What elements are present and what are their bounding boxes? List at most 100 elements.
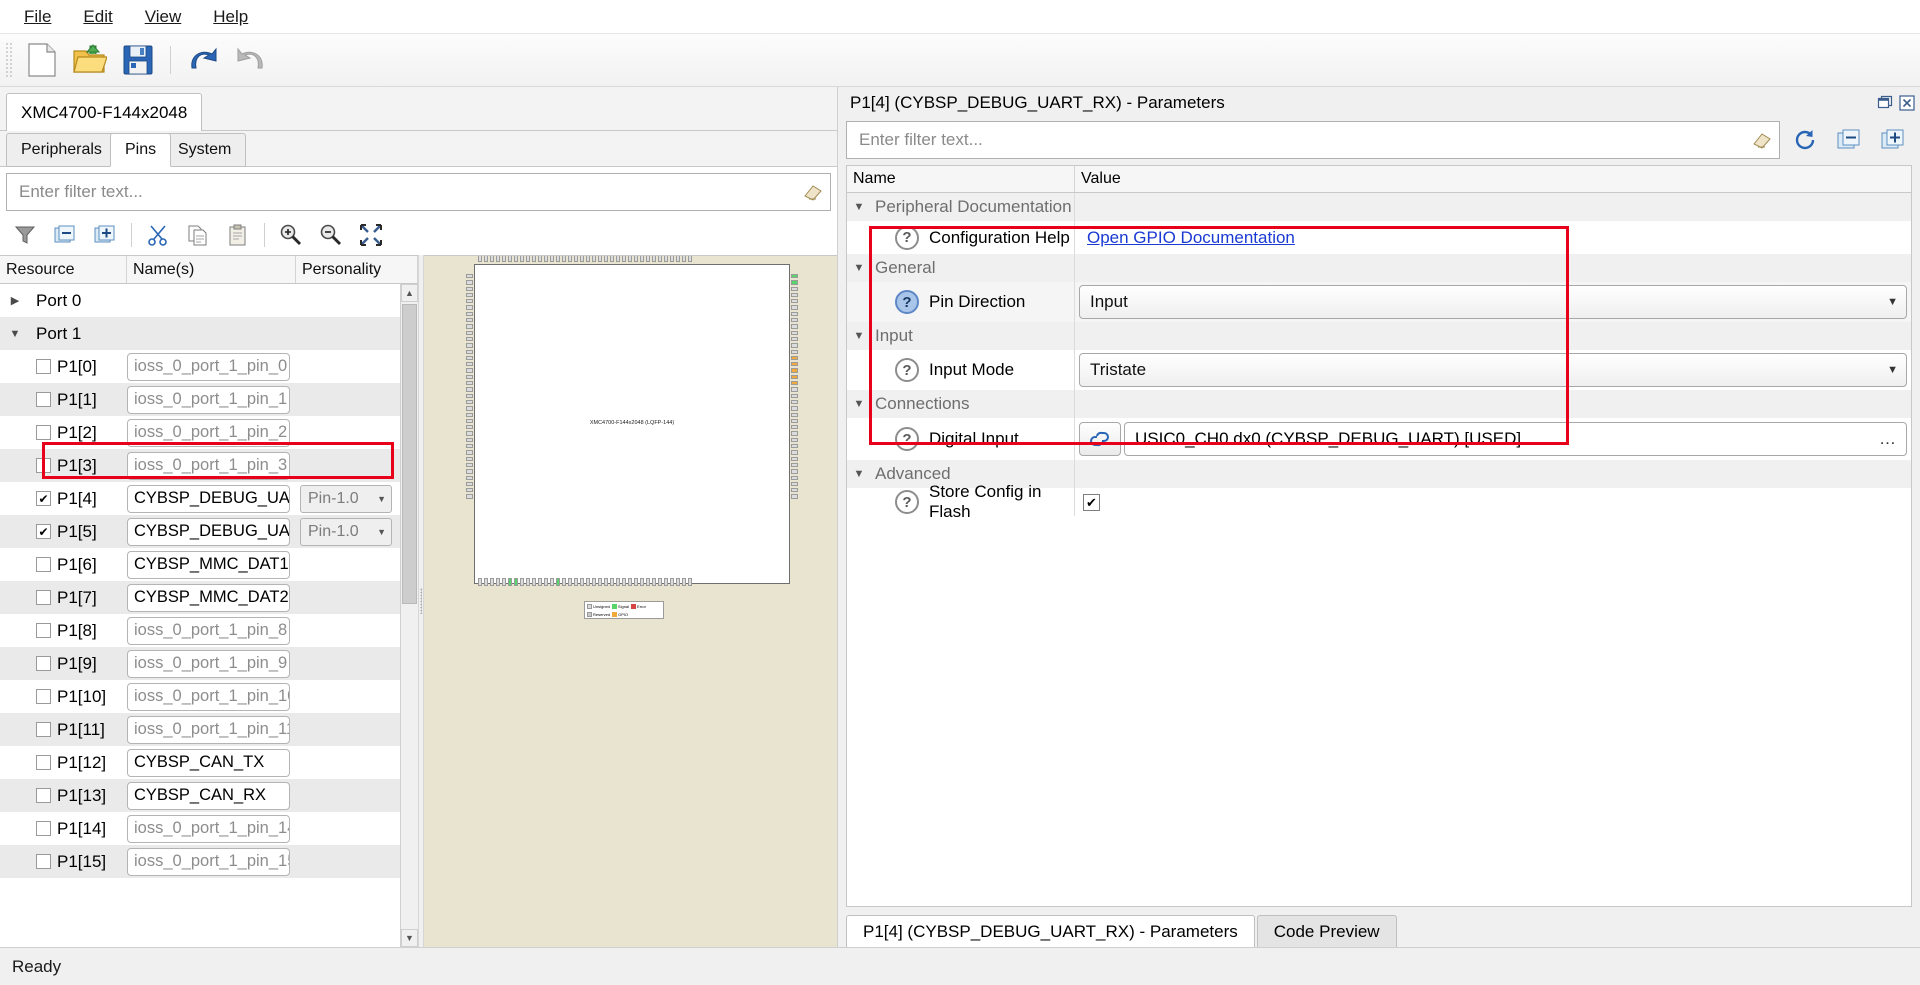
tab-parameters[interactable]: P1[4] (CYBSP_DEBUG_UART_RX) - Parameters	[846, 915, 1255, 947]
section-peripheral-documentation[interactable]: ▼ Peripheral Documentation	[847, 193, 1911, 221]
row-checkbox[interactable]	[36, 392, 51, 407]
row-checkbox[interactable]	[36, 590, 51, 605]
table-row[interactable]: P1[6] CYBSP_MMC_DAT1	[0, 548, 418, 581]
row-name-input[interactable]: CYBSP_DEBUG_UART_RX	[127, 484, 290, 513]
table-row[interactable]: ✔ P1[5] CYBSP_DEBUG_UART_TX Pin-1.0 ▼	[0, 515, 418, 548]
chevron-down-icon[interactable]: ▼	[847, 398, 871, 410]
clear-filter-eraser-icon[interactable]	[1751, 130, 1773, 150]
tab-code-preview[interactable]: Code Preview	[1256, 915, 1397, 947]
undo-button[interactable]	[181, 39, 225, 81]
row-checkbox[interactable]: ✔	[36, 524, 51, 539]
tab-pins[interactable]: Pins	[110, 133, 172, 167]
table-row[interactable]: P1[7] CYBSP_MMC_DAT2	[0, 581, 418, 614]
refresh-button[interactable]	[1786, 123, 1824, 157]
param-row-input-mode[interactable]: ? Input Mode Tristate ▼	[847, 350, 1911, 390]
parameters-filter-input[interactable]	[857, 129, 1751, 151]
row-checkbox[interactable]	[36, 557, 51, 572]
pins-table-body[interactable]: ▶ Port 0 ▼ Port 1 P1[0] ioss_0_port_1_pi…	[0, 284, 418, 947]
help-question-icon[interactable]: ?	[895, 290, 919, 314]
paste-button[interactable]	[219, 218, 257, 252]
store-config-checkbox[interactable]: ✔	[1083, 493, 1100, 511]
menu-item-file[interactable]: File	[8, 3, 67, 31]
menu-item-view[interactable]: View	[129, 3, 198, 31]
row-name-input[interactable]: ioss_0_port_1_pin_10	[127, 682, 290, 711]
table-row[interactable]: P1[8] ioss_0_port_1_pin_8	[0, 614, 418, 647]
chevron-down-icon[interactable]: ▼	[847, 468, 871, 480]
table-row-selected[interactable]: ✔ P1[4] CYBSP_DEBUG_UART_RX Pin-1.0 ▼	[0, 482, 418, 515]
menu-item-edit[interactable]: Edit	[67, 3, 128, 31]
row-name-input[interactable]: ioss_0_port_1_pin_0	[127, 352, 290, 381]
row-checkbox[interactable]	[36, 359, 51, 374]
pin-direction-dropdown[interactable]: Input ▼	[1079, 285, 1907, 319]
row-name-input[interactable]: ioss_0_port_1_pin_15	[127, 847, 290, 876]
row-name-input[interactable]: ioss_0_port_1_pin_2	[127, 418, 290, 447]
tree-group-port1[interactable]: ▼ Port 1	[0, 317, 418, 350]
chevron-right-icon[interactable]: ▶	[8, 294, 22, 307]
row-name-input[interactable]: ioss_0_port_1_pin_14	[127, 814, 290, 843]
param-row-digital-input[interactable]: ? Digital Input USIC0_CH0 dx0 (CYBSP_DEB…	[847, 418, 1911, 460]
tab-device[interactable]: XMC4700-F144x2048	[6, 93, 203, 131]
open-file-button[interactable]	[68, 39, 112, 81]
table-row[interactable]: P1[15] ioss_0_port_1_pin_15	[0, 845, 418, 878]
row-name-input[interactable]: ioss_0_port_1_pin_8	[127, 616, 290, 645]
table-row[interactable]: P1[12] CYBSP_CAN_TX	[0, 746, 418, 779]
close-window-button[interactable]	[1898, 94, 1916, 112]
row-name-input[interactable]: CYBSP_CAN_TX	[127, 748, 290, 777]
help-question-icon[interactable]: ?	[895, 490, 919, 514]
row-name-input[interactable]: CYBSP_MMC_DAT2	[127, 583, 290, 612]
row-checkbox[interactable]	[36, 854, 51, 869]
row-name-input[interactable]: CYBSP_DEBUG_UART_TX	[127, 517, 290, 546]
tab-peripherals[interactable]: Peripherals	[6, 133, 117, 167]
chevron-down-icon[interactable]: ▼	[847, 330, 871, 342]
row-name-input[interactable]: ioss_0_port_1_pin_1	[127, 385, 290, 414]
chevron-down-icon[interactable]: ▼	[847, 262, 871, 274]
row-name-input[interactable]: ioss_0_port_1_pin_3	[127, 451, 290, 480]
clear-filter-eraser-icon[interactable]	[802, 182, 824, 202]
help-question-icon[interactable]: ?	[895, 358, 919, 382]
row-checkbox[interactable]	[36, 689, 51, 704]
param-row-configuration-help[interactable]: ? Configuration Help Open GPIO Documenta…	[847, 221, 1911, 254]
scroll-up-arrow-icon[interactable]: ▲	[401, 284, 418, 302]
left-filter-box[interactable]	[6, 173, 831, 211]
save-file-button[interactable]	[116, 39, 160, 81]
table-row[interactable]: P1[0] ioss_0_port_1_pin_0	[0, 350, 418, 383]
row-checkbox[interactable]	[36, 821, 51, 836]
table-row[interactable]: P1[10] ioss_0_port_1_pin_10	[0, 680, 418, 713]
left-filter-input[interactable]	[17, 181, 802, 203]
section-general[interactable]: ▼ General	[847, 254, 1911, 282]
tree-group-port0[interactable]: ▶ Port 0	[0, 284, 418, 317]
parameters-filter-box[interactable]	[846, 121, 1780, 159]
row-checkbox[interactable]	[36, 788, 51, 803]
table-row[interactable]: P1[3] ioss_0_port_1_pin_3	[0, 449, 418, 482]
chip-diagram-canvas[interactable]: XMC4700-F144x2048 (LQFP-144) Unsigned Si…	[424, 255, 837, 947]
open-gpio-documentation-link[interactable]: Open GPIO Documentation	[1079, 228, 1295, 248]
row-checkbox[interactable]	[36, 656, 51, 671]
row-personality-dropdown[interactable]: Pin-1.0 ▼	[300, 484, 392, 513]
copy-button[interactable]	[179, 218, 217, 252]
section-input[interactable]: ▼ Input	[847, 322, 1911, 350]
help-question-icon[interactable]: ?	[895, 427, 919, 451]
tab-system[interactable]: System	[163, 133, 247, 167]
row-checkbox[interactable]	[36, 722, 51, 737]
row-name-input[interactable]: CYBSP_CAN_RX	[127, 781, 290, 810]
redo-button[interactable]	[229, 39, 273, 81]
table-row[interactable]: P1[13] CYBSP_CAN_RX	[0, 779, 418, 812]
zoom-fit-button[interactable]	[352, 218, 390, 252]
restore-window-button[interactable]	[1876, 94, 1894, 112]
pins-table-scrollbar[interactable]: ▲ ▼	[400, 284, 418, 947]
menu-item-help[interactable]: Help	[197, 3, 264, 31]
row-checkbox[interactable]	[36, 623, 51, 638]
zoom-out-button[interactable]	[312, 218, 350, 252]
toolbar-drag-grip[interactable]	[4, 43, 14, 77]
scrollbar-thumb[interactable]	[402, 304, 417, 604]
row-name-input[interactable]: ioss_0_port_1_pin_9	[127, 649, 290, 678]
filter-funnel-button[interactable]	[6, 218, 44, 252]
collapse-all-button[interactable]	[1830, 123, 1868, 157]
cut-button[interactable]	[139, 218, 177, 252]
row-name-input[interactable]: ioss_0_port_1_pin_11	[127, 715, 290, 744]
new-file-button[interactable]	[20, 39, 64, 81]
scroll-down-arrow-icon[interactable]: ▼	[401, 929, 418, 947]
table-row[interactable]: P1[2] ioss_0_port_1_pin_2	[0, 416, 418, 449]
row-checkbox[interactable]: ✔	[36, 491, 51, 506]
table-row[interactable]: P1[14] ioss_0_port_1_pin_14	[0, 812, 418, 845]
